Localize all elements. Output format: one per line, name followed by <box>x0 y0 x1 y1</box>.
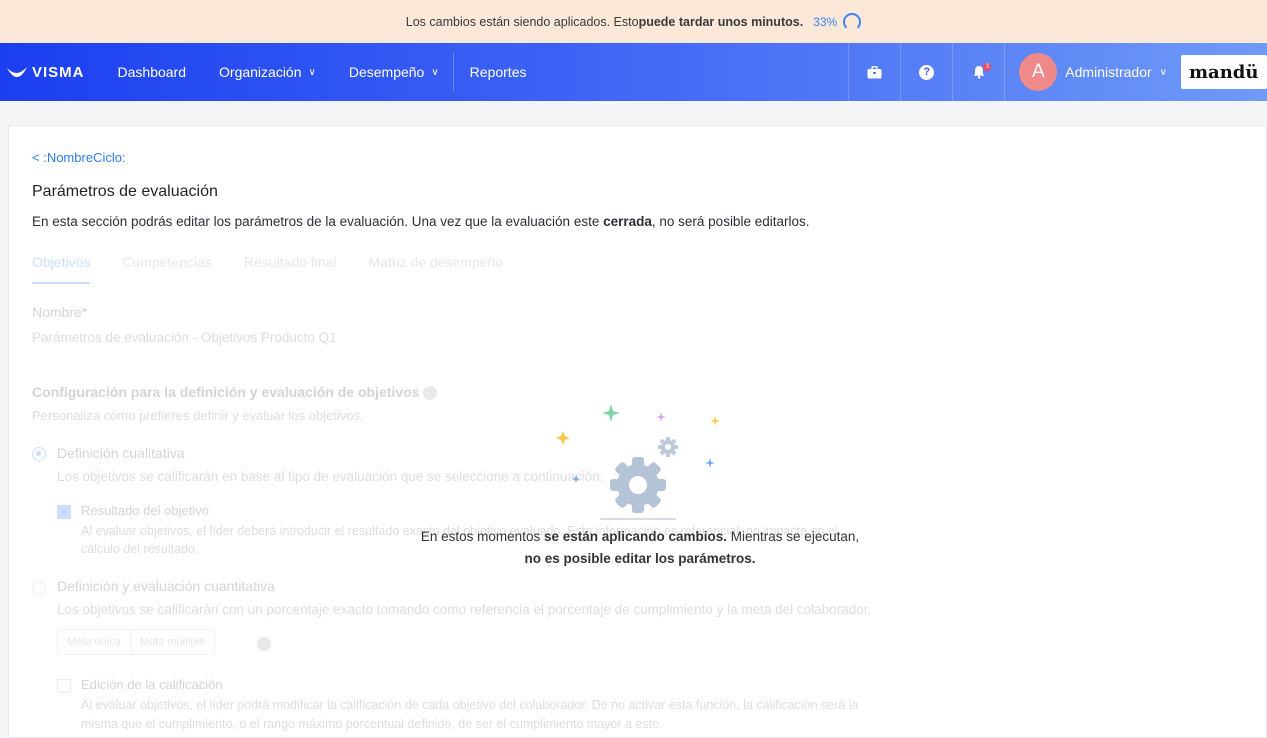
desc-text-end: , no será posible editarlos. <box>651 214 810 229</box>
edit-score-label: Edición de la calificación <box>81 677 223 692</box>
config-title: Configuración para la definición y evalu… <box>32 384 438 401</box>
chevron-down-icon: ∨ <box>431 66 439 78</box>
nav-desempeno[interactable]: Desempeño ∨ <box>349 64 439 80</box>
visma-logo[interactable]: VISMA <box>6 64 85 81</box>
overlay-msg-2: Mientras se ejecutan, <box>727 529 860 544</box>
logo-text: VISMA <box>32 63 85 81</box>
quantitative-radio[interactable] <box>32 581 46 595</box>
tab-bar: Objetivos Competencias Resultado final M… <box>32 254 535 284</box>
goal-multiple-option[interactable]: Meta múltiple <box>129 630 214 654</box>
edit-score-subtitle-1: Al evaluar objetivos, el líder podrá mod… <box>81 698 859 712</box>
edit-score-subtitle-2: misma que el cumplimiento, o el rango má… <box>81 717 663 731</box>
config-title-text: Configuración para la definición y evalu… <box>32 384 420 400</box>
nav-dashboard[interactable]: Dashboard <box>118 64 187 80</box>
qualitative-label: Definición cualitativa <box>57 445 185 461</box>
quantitative-label: Definición y evaluación cuantitativa <box>57 578 275 594</box>
page-description: En esta sección podrás editar los paráme… <box>32 214 809 229</box>
mandu-brand-logo: mandü <box>1181 55 1267 89</box>
loading-spinner-icon <box>843 12 862 31</box>
nav-right-group: ? 3 A Administrador ∨ mandü <box>848 43 1267 101</box>
banner-text-bold: puede tardar unos minutos. <box>638 14 804 29</box>
overlay-message: En estos momentos se están aplicando cam… <box>420 526 860 570</box>
chevron-down-icon: ∨ <box>1159 66 1167 78</box>
progress-percent: 33% <box>813 14 838 29</box>
goal-single-option[interactable]: Meta única <box>58 630 130 654</box>
result-label: Resultado del objetivo <box>81 503 209 518</box>
briefcase-icon <box>867 65 882 78</box>
desc-text: En esta sección podrás editar los paráme… <box>32 214 604 229</box>
name-label: Nombre* <box>32 304 88 320</box>
applying-changes-overlay: En estos momentos se están aplicando cam… <box>420 395 860 585</box>
nav-desempeno-label: Desempeño <box>348 64 425 80</box>
tab-resultado-final[interactable]: Resultado final <box>244 254 337 284</box>
quantitative-subtitle: Los objetivos se calificarán con un porc… <box>57 602 872 617</box>
nav-organizacion-label: Organización <box>219 64 302 80</box>
goal-type-segmented: Meta única Meta múltiple <box>57 629 216 655</box>
name-input[interactable]: Parámetros de evaluación - Objetivos Pro… <box>32 330 337 345</box>
nav-reportes[interactable]: Reportes <box>470 64 527 80</box>
user-name: Administrador <box>1065 64 1152 80</box>
nav-organizacion[interactable]: Organización ∨ <box>219 64 316 80</box>
desc-bold: cerrada <box>603 214 652 229</box>
help-icon: ? <box>919 64 935 80</box>
avatar: A <box>1019 53 1058 91</box>
tab-matriz-desempeno[interactable]: Matriz de desempeño <box>368 254 503 284</box>
user-menu[interactable]: A Administrador ∨ <box>1004 43 1181 101</box>
visma-swoosh-icon <box>7 67 27 77</box>
info-icon[interactable] <box>257 637 271 651</box>
result-subtitle-2: cálculo del resultado. <box>81 542 199 556</box>
overlay-msg-bold-1: se están aplicando cambios. <box>543 529 728 544</box>
nav-dashboard-label: Dashboard <box>117 64 187 80</box>
notifications-button[interactable]: 3 <box>952 43 1004 101</box>
nav-divider <box>452 52 454 92</box>
page-title: Parámetros de evaluación <box>32 183 218 200</box>
overlay-msg-bold-2: no es posible editar los parámetros. <box>524 551 756 566</box>
briefcase-button[interactable] <box>848 43 900 101</box>
top-navbar: VISMA Dashboard Organización ∨ Desempeño… <box>0 43 1267 101</box>
chevron-down-icon: ∨ <box>308 66 316 78</box>
config-subtitle: Personaliza cómo prefieres definir y eva… <box>32 408 364 423</box>
status-banner: Los cambios están siendo aplicados. Esto… <box>0 0 1267 43</box>
notification-badge: 3 <box>983 63 992 71</box>
edit-score-checkbox[interactable] <box>57 679 71 693</box>
banner-text: Los cambios están siendo aplicados. Esto <box>405 14 639 29</box>
tab-competencias[interactable]: Competencias <box>122 254 212 284</box>
nav-reportes-label: Reportes <box>469 64 527 80</box>
help-button[interactable]: ? <box>900 43 952 101</box>
overlay-msg-1: En estos momentos <box>420 529 544 544</box>
qualitative-radio[interactable] <box>32 447 46 461</box>
settings-illustration-icon <box>556 404 720 520</box>
result-checkbox[interactable] <box>57 505 71 519</box>
tab-objetivos[interactable]: Objetivos <box>32 254 91 284</box>
back-link[interactable]: < :NombreCiclo: <box>32 150 126 165</box>
